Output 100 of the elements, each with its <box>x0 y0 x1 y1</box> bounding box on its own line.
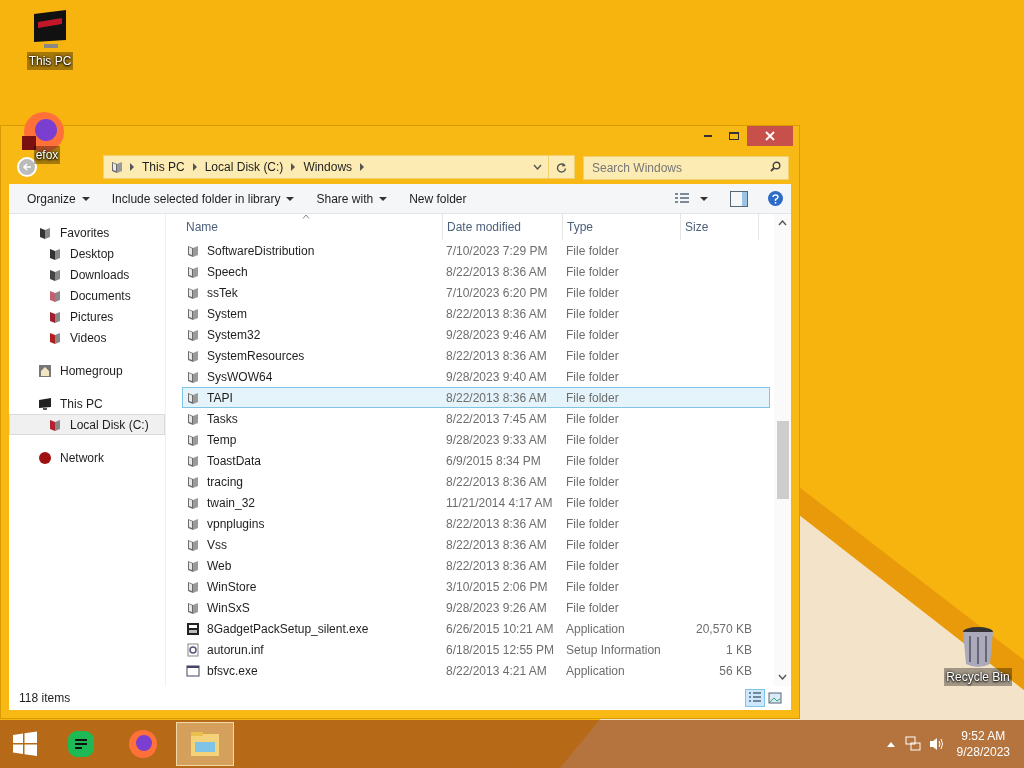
file-row[interactable]: TAPI 8/22/2013 8:36 AM File folder <box>182 387 770 408</box>
file-type: Setup Information <box>565 641 662 659</box>
file-name: autorun.inf <box>207 641 264 659</box>
refresh-icon[interactable] <box>556 161 567 173</box>
nav-item[interactable]: Homegroup <box>9 360 165 381</box>
file-row[interactable]: System 8/22/2013 8:36 AM File folder <box>182 303 770 324</box>
file-row[interactable]: 8GadgetPackSetup_silent.exe 6/26/2015 10:21 AM Application 20,570 KB <box>182 618 770 639</box>
show-hidden-icons-icon[interactable] <box>886 741 895 747</box>
file-type: File folder <box>565 410 620 428</box>
help-button[interactable] <box>768 191 783 206</box>
file-row[interactable]: Web 8/22/2013 8:36 AM File folder <box>182 555 770 576</box>
file-row[interactable]: twain_32 11/21/2014 4:17 AM File folder <box>182 492 770 513</box>
nav-item[interactable]: Local Disk (C:) <box>9 414 165 435</box>
folder-icon <box>48 267 62 282</box>
file-type: File folder <box>565 578 620 596</box>
preview-pane-button[interactable] <box>730 190 748 207</box>
nav-item[interactable]: Documents <box>9 285 165 306</box>
file-row[interactable]: vpnplugins 8/22/2013 8:36 AM File folder <box>182 513 770 534</box>
file-name: System <box>207 305 247 323</box>
desktop-icon-label[interactable]: This PC <box>26 52 74 70</box>
file-name: twain_32 <box>207 494 256 512</box>
toolbar-button[interactable]: Organize <box>19 185 98 212</box>
toolbar-button[interactable]: Include selected folder in library <box>103 185 303 212</box>
file-name: SoftwareDistribution <box>207 242 315 260</box>
file-row[interactable]: SoftwareDistribution 7/10/2023 7:29 PM File folder <box>182 240 770 261</box>
nav-item[interactable]: Pictures <box>9 306 165 327</box>
date-modified: 8/22/2013 4:21 AM <box>445 662 548 680</box>
date-modified: 6/9/2015 8:34 PM <box>445 452 542 470</box>
clock-date[interactable]: 9/28/2023 <box>956 744 1010 760</box>
desktop-icon-label[interactable]: efox <box>33 146 61 164</box>
file-row[interactable]: Vss 8/22/2013 8:36 AM File folder <box>182 534 770 555</box>
close-button[interactable] <box>747 126 793 146</box>
scroll-thumb[interactable] <box>776 421 789 499</box>
scrollbar[interactable] <box>774 214 791 686</box>
folder-icon <box>186 495 200 510</box>
file-name: Tasks <box>207 410 238 428</box>
file-name: WinSxS <box>207 599 250 617</box>
clock-time[interactable]: 9:52 AM <box>961 728 1006 744</box>
folder-icon <box>186 243 200 258</box>
breadcrumb[interactable]: Windows <box>303 158 353 176</box>
folder-icon <box>186 537 200 552</box>
file-name: Speech <box>207 263 248 281</box>
nav-item[interactable]: Downloads <box>9 264 165 285</box>
file-row[interactable]: ToastData 6/9/2015 8:34 PM File folder <box>182 450 770 471</box>
house-icon <box>38 363 52 378</box>
column-header[interactable]: Type <box>563 214 681 240</box>
chevron-down-icon[interactable] <box>533 164 542 170</box>
file-type: File folder <box>565 326 620 344</box>
address-bar[interactable]: This PC Local Disk (C:) Windows <box>103 155 575 179</box>
sort-up-icon <box>302 214 310 219</box>
monitor-icon <box>38 396 52 411</box>
nav-item[interactable]: Favorites <box>9 222 165 243</box>
column-header[interactable]: Date modified <box>443 214 563 240</box>
file-row[interactable]: System32 9/28/2023 9:46 AM File folder <box>182 324 770 345</box>
speaker-icon[interactable] <box>928 736 945 752</box>
back-button[interactable] <box>17 157 37 177</box>
file-name: bfsvc.exe <box>207 662 258 680</box>
file-type: File folder <box>565 515 620 533</box>
nav-item[interactable]: Network <box>9 447 165 468</box>
folder-icon <box>186 348 200 363</box>
windows-logo-icon <box>12 731 38 757</box>
file-row[interactable]: Tasks 8/22/2013 7:45 AM File folder <box>182 408 770 429</box>
file-row[interactable]: WinStore 3/10/2015 2:06 PM File folder <box>182 576 770 597</box>
folder-icon <box>186 306 200 321</box>
date-modified: 8/22/2013 7:45 AM <box>445 410 548 428</box>
nav-item[interactable]: Desktop <box>9 243 165 264</box>
file-row[interactable]: tracing 8/22/2013 8:36 AM File folder <box>182 471 770 492</box>
breadcrumb[interactable]: Local Disk (C:) <box>204 158 284 176</box>
folder-icon <box>186 369 200 384</box>
thumbnails-view-button[interactable] <box>765 689 785 707</box>
file-type: File folder <box>565 452 620 470</box>
file-name: WinStore <box>207 578 257 596</box>
file-row[interactable]: Speech 8/22/2013 8:36 AM File folder <box>182 261 770 282</box>
toolbar-button[interactable]: Share with <box>308 185 396 212</box>
breadcrumb[interactable]: This PC <box>142 158 185 176</box>
file-row[interactable]: autorun.inf 6/18/2015 12:55 PM Setup Information 1 KB <box>182 639 770 660</box>
file-name: System32 <box>207 326 261 344</box>
details-view-button[interactable] <box>745 689 765 707</box>
file-row[interactable]: bfsvc.exe 8/22/2013 4:21 AM Application 56 KB <box>182 660 770 681</box>
scroll-up-icon <box>778 220 787 226</box>
file-type: File folder <box>565 473 620 491</box>
trash-bin-icon <box>960 626 996 668</box>
folder-icon <box>48 288 62 303</box>
file-row[interactable]: WinSxS 9/28/2023 9:26 AM File folder <box>182 597 770 618</box>
column-header[interactable]: Name <box>182 214 443 240</box>
browser-logo-icon <box>128 729 158 759</box>
file-row[interactable]: SysWOW64 9/28/2023 9:40 AM File folder <box>182 366 770 387</box>
network-icon[interactable] <box>904 736 921 752</box>
date-modified: 8/22/2013 8:36 AM <box>445 347 548 365</box>
nav-item[interactable]: Videos <box>9 327 165 348</box>
file-row[interactable]: Temp 9/28/2023 9:33 AM File folder <box>182 429 770 450</box>
nav-item[interactable]: This PC <box>9 393 165 414</box>
file-row[interactable]: SystemResources 8/22/2013 8:36 AM File folder <box>182 345 770 366</box>
date-modified: 11/21/2014 4:17 AM <box>445 494 554 512</box>
search-field[interactable]: Search Windows <box>583 156 789 180</box>
date-modified: 8/22/2013 8:36 AM <box>445 389 548 407</box>
column-header[interactable]: Size <box>681 214 759 240</box>
toolbar-button[interactable]: New folder <box>401 185 475 212</box>
help-icon <box>772 193 779 204</box>
file-row[interactable]: ssTek 7/10/2023 6:20 PM File folder <box>182 282 770 303</box>
